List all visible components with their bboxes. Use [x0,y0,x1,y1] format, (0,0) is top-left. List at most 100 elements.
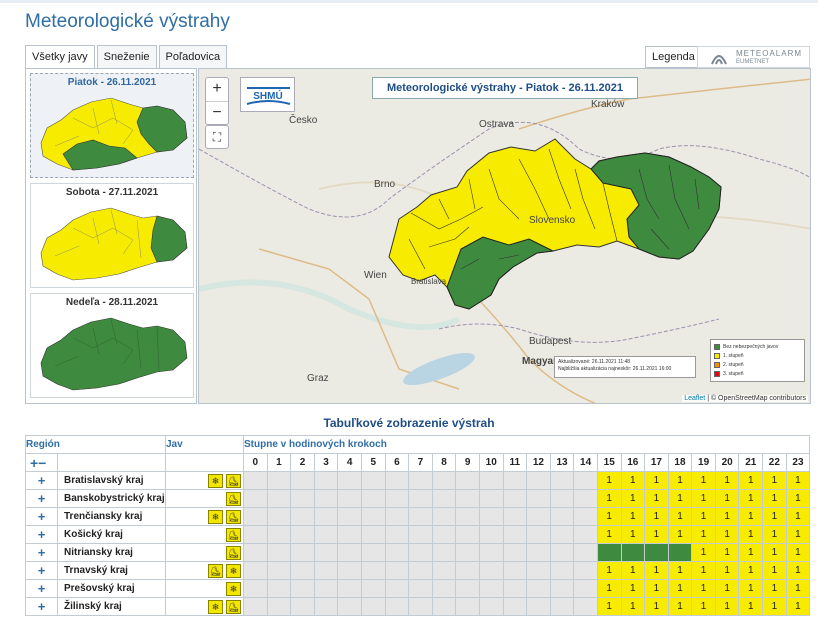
hour-cell-level: 1 [738,543,764,562]
ice-icon[interactable]: ⛸ [226,509,241,524]
map-title: Meteorologické výstrahy - Piatok - 26.11… [372,77,638,99]
hour-cell-empty [573,543,598,562]
hour-cell-level: 1 [691,489,716,508]
tab-all-phenomena[interactable]: Všetky javy [25,45,95,70]
hour-cell-empty [408,543,433,562]
legend-swatch-orange [714,361,720,368]
snow-icon[interactable]: ❄ [208,599,223,614]
hour-cell-level: 1 [691,543,716,562]
hour-header: 14 [573,453,598,472]
hour-cell-empty [573,597,598,616]
expand-collapse-all-button[interactable]: +− [25,453,58,472]
hour-cell-level: 1 [714,597,740,616]
hour-cell-empty [455,489,480,508]
day-sidebar: Piatok - 26.11.2021 Sobota - 27.11.2021 … [25,68,197,404]
ice-icon[interactable]: ⛸ [226,599,241,614]
hour-cell-level: 1 [738,561,764,580]
ice-icon[interactable]: ⛸ [226,545,241,560]
column-header-jav: Jav [165,435,244,454]
snow-icon[interactable]: ❄ [208,509,223,524]
hour-cell-level: 1 [785,579,811,598]
mini-map-sunday [40,317,188,391]
zoom-out-button[interactable]: − [206,102,228,126]
hour-cell-empty [573,579,598,598]
hour-header: 3 [313,453,339,472]
hour-cell-empty [243,579,268,598]
expand-row-button[interactable]: + [25,489,58,508]
warnings-table: Región Jav Stupne v hodinových krokoch +… [25,435,811,616]
hour-cell-empty [290,471,315,490]
zoom-in-button[interactable]: + [206,78,228,102]
hour-cell-empty [408,579,433,598]
table-row: + Banskobystrický kraj ⛸ 1 1 1 1 1 1 1 1 1 [25,489,811,508]
hour-cell-empty [243,471,268,490]
hour-cell-empty [431,507,457,526]
ice-icon[interactable]: ⛸ [226,473,241,488]
hour-header: 4 [337,453,362,472]
osm-attribution: | © OpenStreetMap contributors [705,395,806,402]
hour-header: 20 [714,453,740,472]
hour-cell-empty [455,579,480,598]
expand-row-button[interactable]: + [25,561,58,580]
ice-icon[interactable]: ⛸ [226,527,241,542]
day-card-sunday[interactable]: Nedeľa - 28.11.2021 [30,293,194,398]
snow-icon[interactable]: ❄ [208,473,223,488]
hour-cell-level: 1 [644,507,669,526]
snow-icon[interactable]: ❄ [226,581,241,596]
hour-cell-empty [549,525,575,544]
day-card-saturday[interactable]: Sobota - 27.11.2021 [30,183,194,288]
snow-icon[interactable]: ❄ [226,563,241,578]
hour-cell-empty [549,543,575,562]
table-row: + Košický kraj ⛸ 1 1 1 1 1 1 1 1 1 [25,525,811,544]
hour-cell-level: 1 [667,471,693,490]
hour-cell-level: 1 [644,471,669,490]
hour-cell-empty [573,507,598,526]
leaflet-link[interactable]: Leaflet [684,395,705,402]
hour-cell-level: 1 [667,579,693,598]
expand-row-button[interactable]: + [25,579,58,598]
day-card-friday[interactable]: Piatok - 26.11.2021 [30,73,194,178]
hour-cell-empty [243,561,268,580]
warning-map[interactable]: + − ⛶ SHMÚ Meteorologické výstrahy - Pia… [198,68,811,404]
hour-cell-level: 1 [620,525,646,544]
ice-icon[interactable]: ⛸ [226,491,241,506]
fullscreen-button[interactable]: ⛶ [205,125,229,149]
expand-row-button[interactable]: + [25,543,58,562]
expand-row-button[interactable]: + [25,507,58,526]
hour-cell-empty [549,489,575,508]
hour-cell-empty [290,543,315,562]
hour-cell-level: 1 [785,597,811,616]
hour-cell-empty [384,471,410,490]
top-border [0,0,818,3]
tab-ice[interactable]: Poľadovica [158,45,228,68]
hour-cell-empty [408,489,433,508]
hour-cell-level: 1 [596,597,622,616]
hour-header: 23 [785,453,811,472]
zoom-control: + − [205,77,229,125]
tab-snowfall[interactable]: Sneženie [96,45,157,68]
expand-row-button[interactable]: + [25,597,58,616]
hour-cell-level: 1 [738,507,764,526]
hour-cell-level: 1 [762,579,787,598]
legend-tab[interactable]: Legenda [645,46,702,68]
region-name: Bratislavský kraj [57,471,166,490]
legend-label: 2. stupeň [723,361,744,368]
hour-cell-empty [290,597,315,616]
hour-cell-level: 1 [667,489,693,508]
phenomenon-icons: ❄ [165,579,244,598]
ice-icon[interactable]: ⛸ [208,563,223,578]
hour-cell-level: 1 [620,561,646,580]
legend-swatch-red [714,370,720,377]
hour-cell-level: 1 [644,597,669,616]
city-label: Slovensko [529,215,576,226]
expand-row-button[interactable]: + [25,525,58,544]
hour-cell-level: 1 [667,507,693,526]
hour-cell-empty [360,561,386,580]
hour-cell-empty [431,471,457,490]
hour-cell-empty [431,543,457,562]
expand-row-button[interactable]: + [25,471,58,490]
legend-swatch-yellow [714,352,720,359]
map-legend: Bez nebezpečných javov 1. stupeň 2. stup… [710,339,805,382]
table-title: Tabuľkové zobrazenie výstrah [323,416,495,430]
meteoalarm-logo[interactable]: METEOALARM EUMETNET [697,46,810,68]
